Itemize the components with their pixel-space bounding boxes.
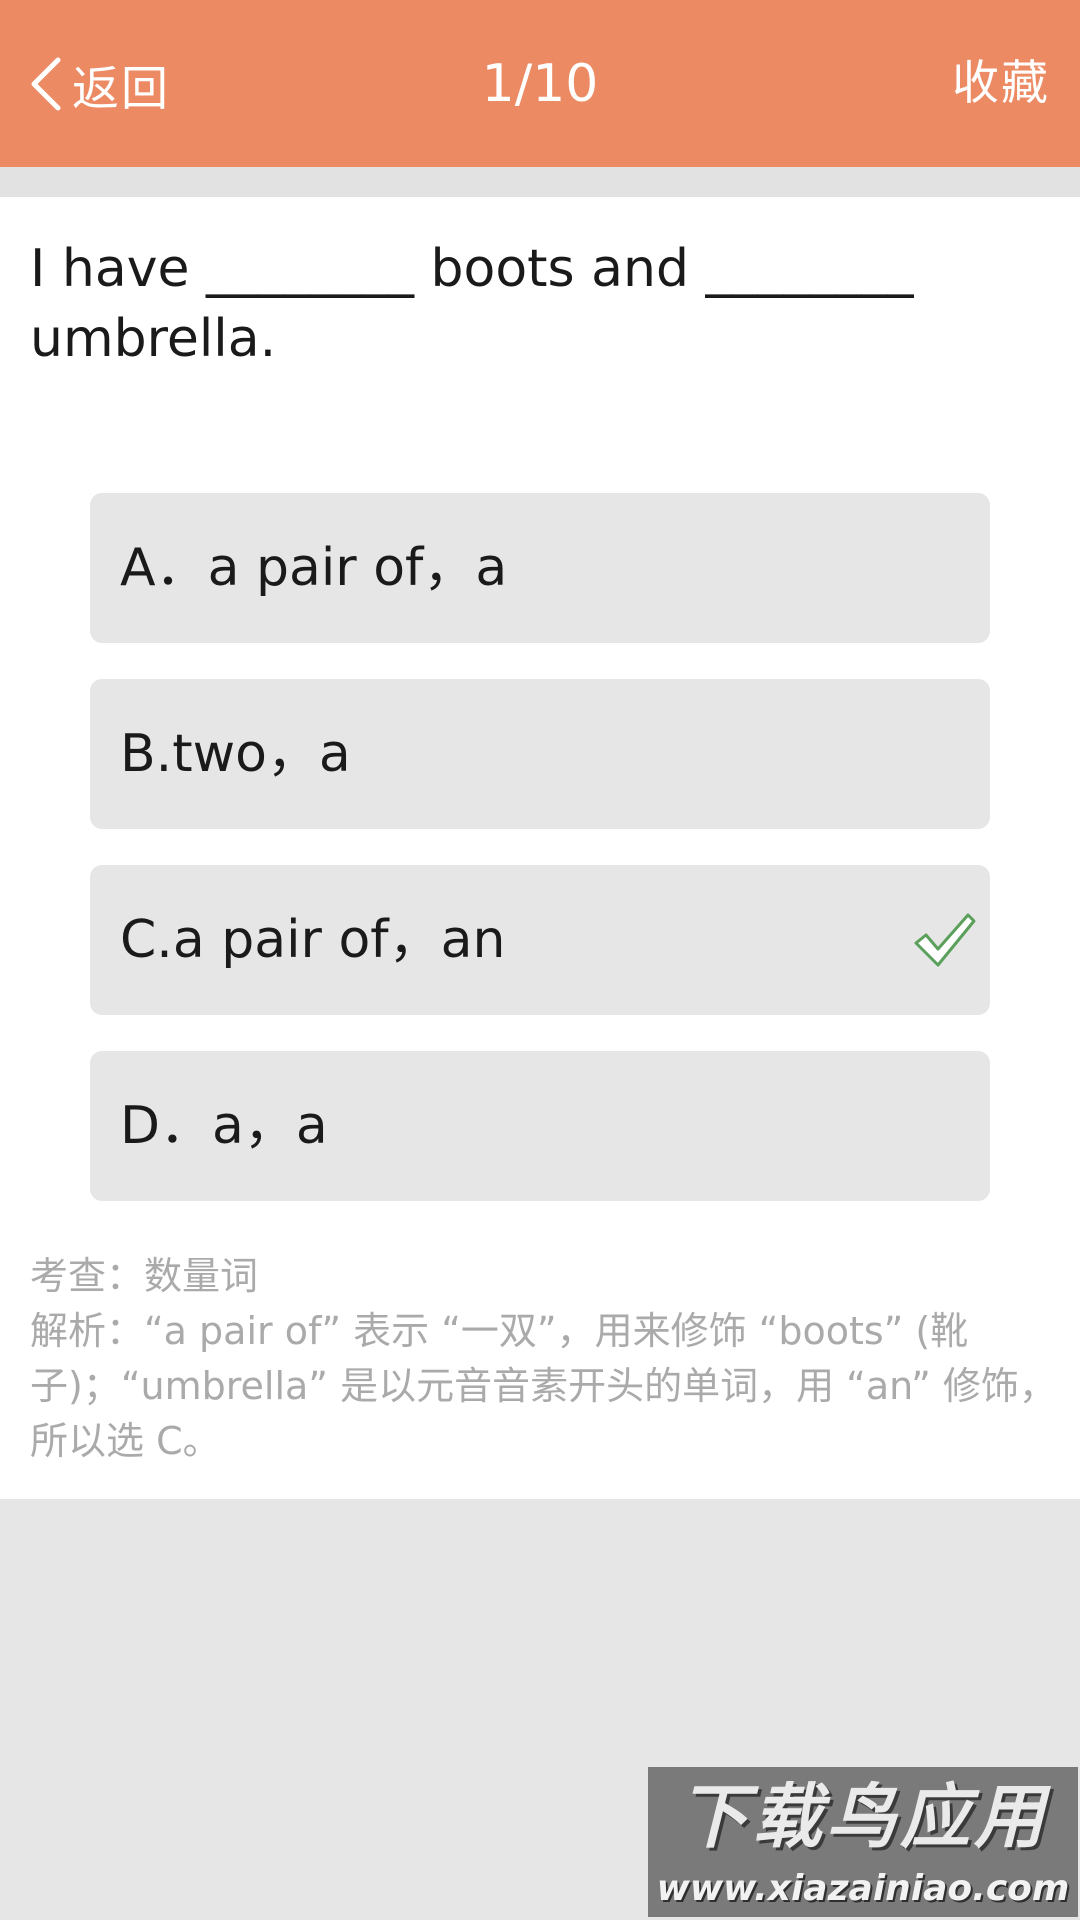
explanation: 考查：数量词 解析：“a pair of” 表示 “一双”，用来修饰 “boot…	[30, 1249, 1060, 1469]
top-bar: 返回 1/10 收藏	[0, 0, 1080, 167]
option-label: A．a pair of，a	[120, 538, 508, 598]
option-a[interactable]: A．a pair of，a	[90, 493, 990, 643]
watermark-title: 下载鸟应用	[678, 1776, 1048, 1858]
option-label: B.two，a	[120, 724, 351, 784]
option-d[interactable]: D．a，a	[90, 1051, 990, 1201]
option-b[interactable]: B.two，a	[90, 679, 990, 829]
watermark-logo: 下载鸟应用 www.xiazainiao.com	[648, 1767, 1078, 1917]
favorite-button[interactable]: 收藏	[952, 52, 1050, 116]
watermark-url: www.xiazainiao.com	[656, 1868, 1070, 1909]
header-divider	[0, 167, 1080, 197]
question-text: I have ________ boots and ________ umbre…	[30, 239, 914, 369]
option-label: C.a pair of，an	[120, 910, 506, 970]
explanation-analysis: 解析：“a pair of” 表示 “一双”，用来修饰 “boots” (靴子)…	[30, 1309, 1057, 1463]
question-card: I have ________ boots and ________ umbre…	[0, 197, 1080, 1499]
option-label: D．a，a	[120, 1096, 328, 1156]
explanation-topic: 考查：数量词	[30, 1254, 259, 1298]
option-c[interactable]: C.a pair of，an	[90, 865, 990, 1015]
correct-check-icon	[914, 913, 976, 967]
question-counter: 1/10	[481, 54, 599, 114]
